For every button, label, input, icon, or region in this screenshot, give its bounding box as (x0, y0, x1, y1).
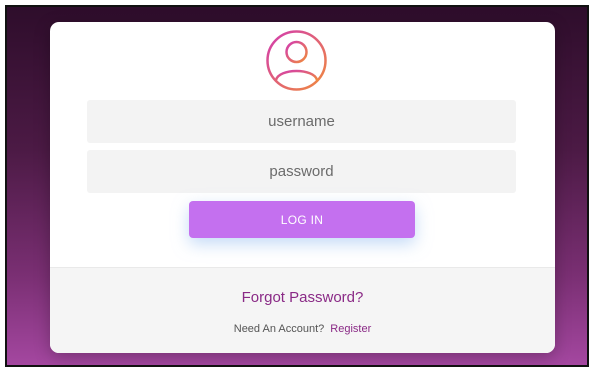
login-button[interactable]: LOG IN (189, 201, 415, 238)
account-prompt-text: Need An Account? (233, 323, 325, 335)
account-prompt: Need An Account? Register (50, 323, 555, 335)
login-card: LOG IN Forgot Password? Need An Account?… (50, 22, 555, 353)
page-background: LOG IN Forgot Password? Need An Account?… (5, 5, 589, 367)
forgot-password-link[interactable]: Forgot Password? (50, 289, 555, 306)
card-footer: Forgot Password? Need An Account? Registe… (50, 267, 555, 353)
user-icon (266, 30, 327, 91)
register-link[interactable]: Register (330, 323, 371, 335)
password-input[interactable] (87, 150, 516, 193)
login-button-label: LOG IN (280, 212, 324, 227)
username-input[interactable] (87, 100, 516, 143)
